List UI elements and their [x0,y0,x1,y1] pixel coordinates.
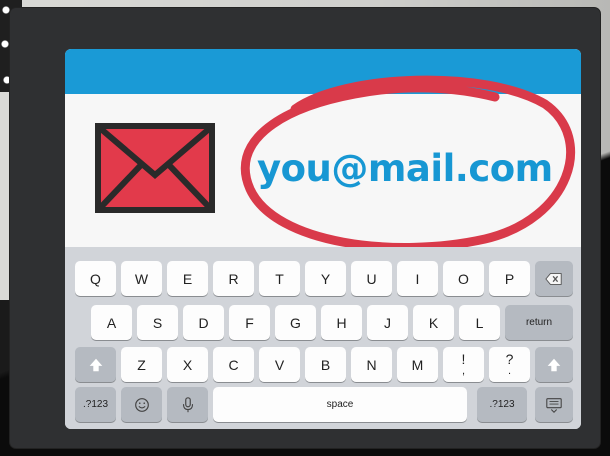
emoji-icon [134,397,149,412]
backspace-icon [545,272,562,285]
key-g[interactable]: G [275,305,316,340]
key-label: T [275,270,284,287]
key-n[interactable]: N [351,347,392,382]
key-label: ? [505,350,514,367]
key-j[interactable]: J [367,305,408,340]
key-label: Z [137,356,146,373]
onscreen-keyboard: Q W E R T Y U I O P A S D F G H J K L re… [65,247,581,429]
numbers-label: .?123 [82,399,109,410]
numbers-key-right[interactable]: .?123 [477,387,527,422]
microphone-key[interactable] [167,387,208,422]
key-sublabel: , [461,364,466,377]
key-w[interactable]: W [121,261,162,296]
tablet-frame: you@mail.com Q W E R T Y U I O P A S D F [10,8,600,448]
microphone-icon [182,396,193,412]
key-t[interactable]: T [259,261,300,296]
key-label: D [198,314,209,331]
shift-icon [547,358,561,371]
key-label: N [366,356,377,373]
tablet-screen: you@mail.com Q W E R T Y U I O P A S D F [65,49,581,429]
key-label: S [152,314,163,331]
key-h[interactable]: H [321,305,362,340]
space-key[interactable]: space [213,387,467,422]
key-p[interactable]: P [489,261,530,296]
shift-key-left[interactable] [75,347,116,382]
key-label: L [475,314,484,331]
key-label: F [245,314,254,331]
envelope-icon [95,123,215,213]
key-m[interactable]: M [397,347,438,382]
key-label: M [411,356,424,373]
key-c[interactable]: C [213,347,254,382]
key-d[interactable]: D [183,305,224,340]
key-label: H [336,314,347,331]
key-a[interactable]: A [91,305,132,340]
return-key[interactable]: return [505,305,573,340]
key-k[interactable]: K [413,305,454,340]
key-label: C [228,356,239,373]
shift-key-right[interactable] [535,347,573,382]
key-label: B [320,356,331,373]
key-z[interactable]: Z [121,347,162,382]
hide-keyboard-key[interactable] [535,387,573,422]
key-label: A [106,314,117,331]
key-label: I [415,270,420,287]
key-v[interactable]: V [259,347,300,382]
return-label: return [525,317,553,328]
emoji-key[interactable] [121,387,162,422]
key-label: U [366,270,377,287]
key-exclamation[interactable]: ! , [443,347,484,382]
key-label: J [384,314,391,331]
key-label: Q [90,270,101,287]
key-label: X [182,356,193,373]
key-label: P [504,270,515,287]
key-label: Y [320,270,331,287]
top-bar [65,49,581,94]
keyboard-hide-icon [546,397,562,413]
key-b[interactable]: B [305,347,346,382]
key-f[interactable]: F [229,305,270,340]
key-e[interactable]: E [167,261,208,296]
key-u[interactable]: U [351,261,392,296]
key-label: W [134,270,149,287]
key-label: R [228,270,239,287]
key-s[interactable]: S [137,305,178,340]
key-label: G [290,314,301,331]
space-label: space [326,399,354,410]
numbers-key-left[interactable]: .?123 [75,387,116,422]
numbers-label: .?123 [489,399,515,410]
key-sublabel: . [507,364,512,377]
key-label: K [428,314,439,331]
key-i[interactable]: I [397,261,438,296]
email-address-text: you@mail.com [257,147,553,190]
key-label: V [274,356,285,373]
key-r[interactable]: R [213,261,254,296]
key-q[interactable]: Q [75,261,116,296]
backspace-key[interactable] [535,261,573,296]
key-l[interactable]: L [459,305,500,340]
shift-icon [89,358,102,371]
key-label: ! [461,350,466,367]
key-x[interactable]: X [167,347,208,382]
key-label: O [458,270,469,287]
key-o[interactable]: O [443,261,484,296]
key-label: E [182,270,193,287]
key-question[interactable]: ? . [489,347,530,382]
key-y[interactable]: Y [305,261,346,296]
